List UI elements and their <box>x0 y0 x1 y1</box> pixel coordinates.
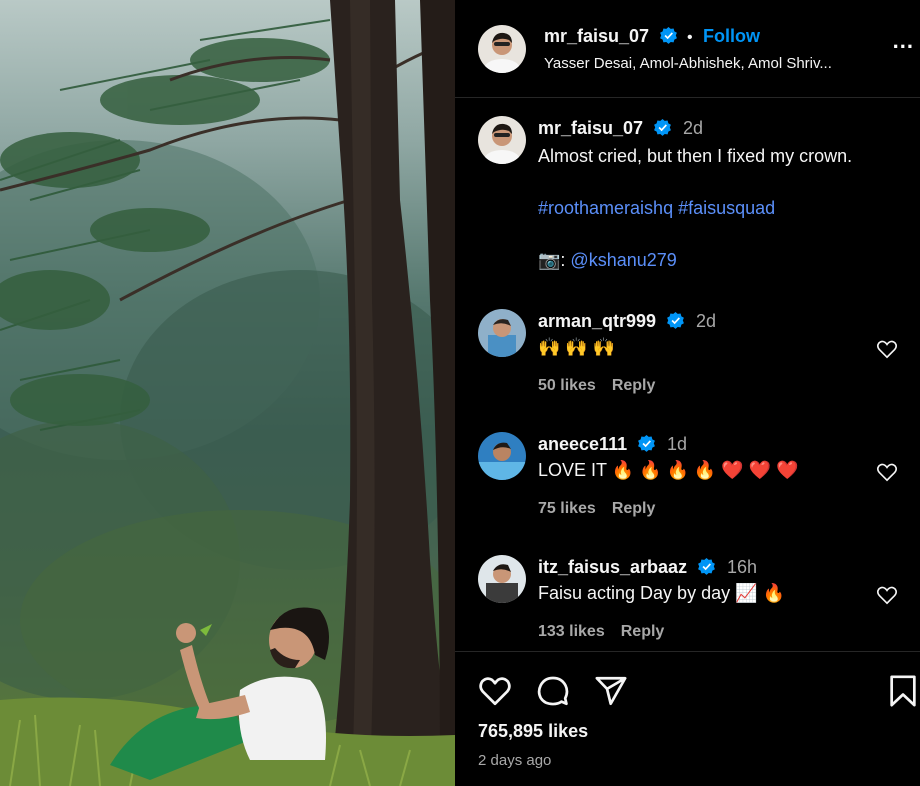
commenter-avatar[interactable] <box>478 309 526 357</box>
verified-badge-icon <box>659 27 677 44</box>
post-side-panel: mr_faisu_07 • Follow Yasser Desai, Amol-… <box>455 0 920 786</box>
commenter-avatar[interactable] <box>478 432 526 480</box>
reply-button[interactable]: Reply <box>612 500 656 517</box>
post-likes-count[interactable]: 765,895 likes <box>478 721 588 742</box>
comment-likes[interactable]: 75 likes <box>538 500 596 517</box>
comment-time[interactable]: 1d <box>667 434 687 454</box>
bookmark-icon[interactable] <box>886 674 920 708</box>
caption-meta: mr_faisu_07 2d <box>538 118 703 139</box>
forest-photo-illustration <box>0 0 455 786</box>
reply-button[interactable]: Reply <box>621 623 665 640</box>
comments-section[interactable]: mr_faisu_07 2d Almost cried, but then I … <box>455 98 920 651</box>
comment-text: Faisu acting Day by day 📈 🔥 <box>538 583 785 603</box>
caption-text: Almost cried, but then I fixed my crown. <box>538 146 853 166</box>
verified-badge-icon <box>697 558 715 575</box>
comment-actions: 133 likes Reply <box>538 623 680 641</box>
caption-username[interactable]: mr_faisu_07 <box>538 118 643 138</box>
comment-actions: 75 likes Reply <box>538 500 671 518</box>
comment-text: 🙌 🙌 🙌 <box>538 337 616 357</box>
follow-button[interactable]: Follow <box>703 26 760 46</box>
camera-emoji-prefix: 📷: <box>538 250 571 270</box>
caption-avatar[interactable] <box>478 116 526 164</box>
author-avatar[interactable] <box>478 25 526 73</box>
share-icon[interactable] <box>594 674 628 708</box>
verified-badge-icon <box>653 119 671 136</box>
comment-heart-icon[interactable] <box>876 462 898 482</box>
post-timestamp[interactable]: 2 days ago <box>478 752 551 769</box>
collaborators-list[interactable]: Yasser Desai, Amol-Abhishek, Amol Shriv.… <box>544 55 832 72</box>
commenter-avatar[interactable] <box>478 555 526 603</box>
verified-badge-icon <box>637 435 655 452</box>
comment-time[interactable]: 16h <box>727 557 757 577</box>
post-header: mr_faisu_07 • Follow Yasser Desai, Amol-… <box>455 0 920 98</box>
comment-username[interactable]: itz_faisus_arbaaz <box>538 557 687 577</box>
comment-username[interactable]: aneece111 <box>538 434 627 454</box>
comment-icon[interactable] <box>536 674 570 708</box>
reply-button[interactable]: Reply <box>612 377 656 394</box>
caption-credit: 📷: @kshanu279 <box>538 250 677 271</box>
verified-badge-icon <box>666 312 684 329</box>
author-username[interactable]: mr_faisu_07 <box>544 26 649 46</box>
comment-item: itz_faisus_arbaaz 16h Faisu acting Day b… <box>455 555 920 651</box>
post-photo[interactable] <box>0 0 455 786</box>
comment-text: LOVE IT 🔥 🔥 🔥 🔥 ❤️ ❤️ ❤️ <box>538 460 799 480</box>
comment-time[interactable]: 2d <box>696 311 716 331</box>
comment-heart-icon[interactable] <box>876 339 898 359</box>
comment-meta: itz_faisus_arbaaz 16h <box>538 557 757 578</box>
comment-username[interactable]: arman_qtr999 <box>538 311 656 331</box>
credit-mention-link[interactable]: @kshanu279 <box>570 250 676 270</box>
more-options-icon[interactable]: ... <box>893 30 914 52</box>
heart-icon[interactable] <box>478 674 512 708</box>
header-title-line: mr_faisu_07 • Follow <box>544 26 760 47</box>
caption: mr_faisu_07 2d Almost cried, but then I … <box>455 116 920 296</box>
comment-actions: 50 likes Reply <box>538 377 671 395</box>
caption-hashtags[interactable]: #roothameraishq #faisusquad <box>538 198 775 219</box>
comment-likes[interactable]: 133 likes <box>538 623 605 640</box>
comment-heart-icon[interactable] <box>876 585 898 605</box>
comment-meta: arman_qtr999 2d <box>538 311 716 332</box>
comment-likes[interactable]: 50 likes <box>538 377 596 394</box>
comment-item: arman_qtr999 2d 🙌 🙌 🙌 50 likes Reply <box>455 309 920 419</box>
separator-dot: • <box>686 29 693 46</box>
comment-item: aneece111 1d LOVE IT 🔥 🔥 🔥 🔥 ❤️ ❤️ ❤️ 75… <box>455 432 920 542</box>
caption-time[interactable]: 2d <box>683 118 703 138</box>
comment-meta: aneece111 1d <box>538 434 687 455</box>
